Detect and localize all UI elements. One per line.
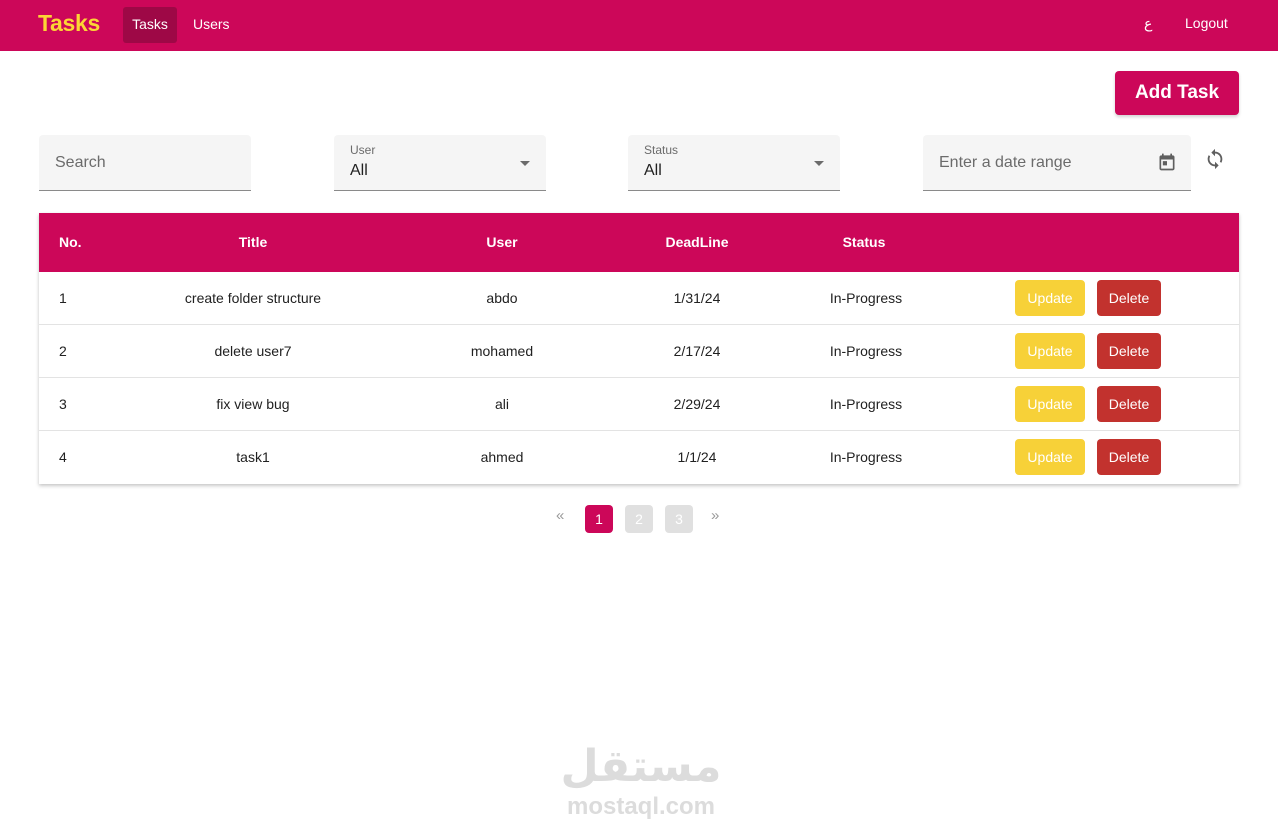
delete-button[interactable]: Delete [1097,333,1161,369]
row-deadline: 2/17/24 [673,343,721,359]
search-input[interactable] [55,151,235,175]
header-deadline: DeadLine [665,234,729,250]
row-status: In-Progress [829,449,903,465]
update-button[interactable]: Update [1015,439,1085,475]
row-no: 3 [59,396,67,412]
status-filter-value: All [644,162,662,179]
row-no: 4 [59,449,67,465]
watermark: مستقل mostaql.com [556,740,726,820]
delete-button[interactable]: Delete [1097,439,1161,475]
header-no: No. [59,234,82,250]
table-header: No. Title User DeadLine Status [39,213,1239,272]
language-toggle[interactable]: ع [1144,15,1152,32]
page-button-1[interactable]: 1 [585,505,613,533]
delete-button[interactable]: Delete [1097,280,1161,316]
row-title: fix view bug [216,396,290,412]
row-user: mohamed [470,343,534,359]
pagination-next[interactable]: » [711,507,719,524]
row-user: ahmed [480,449,524,465]
search-field [39,135,251,191]
update-button[interactable]: Update [1015,386,1085,422]
table-row: 2 delete user7 mohamed 2/17/24 In-Progre… [39,325,1239,378]
user-filter-label: User [350,143,376,157]
row-user: ali [494,396,509,412]
header-user: User [486,234,518,250]
add-task-button[interactable]: Add Task [1115,71,1239,115]
update-button[interactable]: Update [1015,280,1085,316]
header-title: Title [238,234,268,250]
chevron-down-icon [520,161,530,166]
pagination-prev[interactable]: « [556,507,564,524]
row-deadline: 1/31/24 [673,290,721,306]
row-status: In-Progress [829,290,903,306]
status-filter-select[interactable]: Status All [628,135,840,191]
calendar-icon[interactable] [1157,152,1177,172]
app-brand[interactable]: Tasks [38,10,100,37]
delete-button[interactable]: Delete [1097,386,1161,422]
page-button-3[interactable]: 3 [665,505,693,533]
nav-tasks[interactable]: Tasks [123,7,177,43]
row-no: 2 [59,343,67,359]
row-user: abdo [486,290,518,306]
row-status: In-Progress [829,396,903,412]
table-row: 4 task1 ahmed 1/1/24 In-Progress Update … [39,431,1239,484]
row-deadline: 1/1/24 [677,449,717,465]
page-button-2[interactable]: 2 [625,505,653,533]
row-title: delete user7 [214,343,292,359]
nav-users[interactable]: Users [185,7,238,43]
top-navbar: Tasks Tasks Users ع Logout [0,0,1278,51]
watermark-latin: mostaql.com [566,793,716,820]
row-title: create folder structure [184,290,322,306]
row-deadline: 2/29/24 [673,396,721,412]
row-no: 1 [59,290,67,306]
watermark-arabic: مستقل [560,741,722,792]
table-row: 3 fix view bug ali 2/29/24 In-Progress U… [39,378,1239,431]
user-filter-value: All [350,162,368,179]
row-title: task1 [236,449,270,465]
refresh-icon[interactable] [1204,148,1226,170]
header-status: Status [842,234,886,250]
tasks-table: No. Title User DeadLine Status 1 create … [39,213,1239,484]
chevron-down-icon [814,161,824,166]
update-button[interactable]: Update [1015,333,1085,369]
user-filter-select[interactable]: User All [334,135,546,191]
row-status: In-Progress [829,343,903,359]
status-filter-label: Status [644,143,679,157]
date-range-field [923,135,1191,191]
date-range-input[interactable] [939,151,1149,175]
table-row: 1 create folder structure abdo 1/31/24 I… [39,272,1239,325]
logout-link[interactable]: Logout [1185,15,1228,31]
